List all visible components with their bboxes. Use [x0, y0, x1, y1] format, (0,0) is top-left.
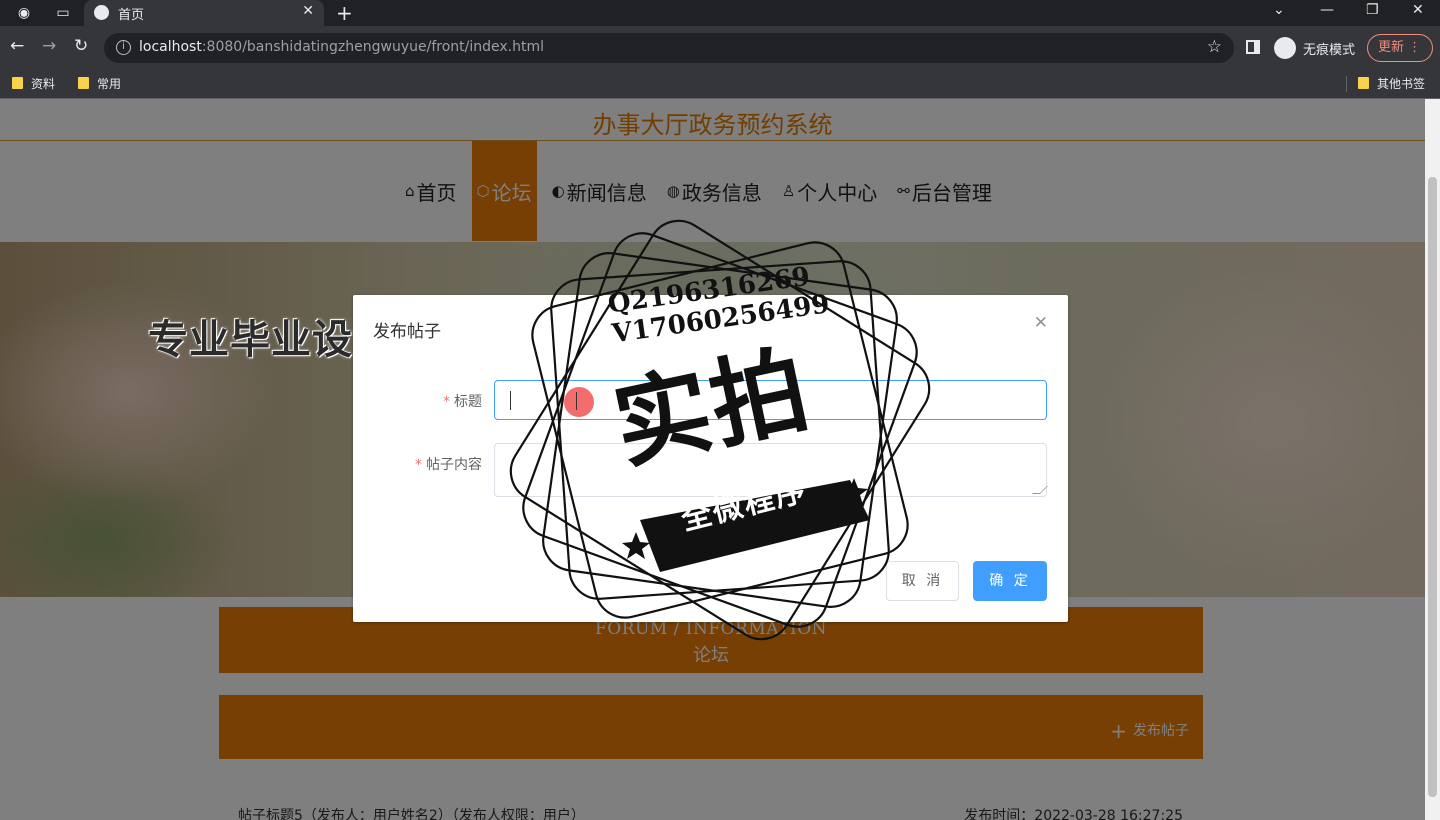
tab-close-icon[interactable]: ✕ — [302, 3, 314, 19]
new-tab-button[interactable]: + — [336, 1, 353, 25]
restore-button[interactable]: ❐ — [1366, 2, 1379, 18]
page-scrollbar[interactable] — [1425, 99, 1440, 820]
folder-icon — [78, 77, 89, 89]
bookmark-folder-changyong[interactable]: 常用 — [78, 75, 121, 92]
text-caret — [510, 391, 511, 410]
side-panel-icon[interactable] — [1246, 40, 1260, 54]
bookmark-separator — [1346, 76, 1347, 92]
scrollbar-thumb[interactable] — [1428, 177, 1437, 797]
page-viewport: 办事大厅政务预约系统 ⌂首页 ⬡论坛 ◐新闻信息 ◍政务信息 ♙个人中心 ⚯后台… — [0, 99, 1425, 820]
dialog-title: 发布帖子 — [373, 322, 441, 342]
bookmark-folder-ziliao[interactable]: 资料 — [12, 75, 55, 92]
title-field-label: * 标题 — [443, 394, 482, 410]
globe-icon — [94, 5, 109, 20]
reload-button[interactable]: ↻ — [74, 36, 88, 56]
tab-title: 首页 — [118, 8, 145, 23]
folder-icon — [1358, 77, 1369, 89]
tab-window-icon[interactable]: ▭ — [54, 4, 72, 22]
other-bookmarks[interactable]: 其他书签 — [1358, 75, 1425, 92]
address-bar[interactable]: i localhost:8080/banshidatingzhengwuyue/… — [104, 33, 1234, 63]
forward-button[interactable]: → — [42, 36, 56, 56]
resize-handle[interactable] — [1032, 486, 1048, 494]
content-field-label: * 帖子内容 — [415, 457, 482, 473]
confirm-button[interactable]: 确 定 — [973, 561, 1047, 601]
back-button[interactable]: ← — [10, 36, 24, 56]
update-button[interactable]: 更新 ⋮ — [1367, 34, 1433, 62]
required-mark: * — [443, 394, 450, 410]
tab-search-icon[interactable]: ◉ — [15, 4, 33, 22]
browser-tab-home[interactable]: 首页 ✕ — [84, 0, 324, 26]
minimize-button[interactable]: — — [1320, 2, 1334, 18]
publish-post-dialog: 发布帖子 ✕ * 标题 * 帖子内容 取 消 确 定 — [353, 295, 1068, 622]
cancel-button[interactable]: 取 消 — [886, 561, 959, 601]
bookmarks-bar: 资料 常用 其他书签 — [0, 70, 1440, 99]
folder-icon — [12, 77, 23, 89]
window-close-button[interactable]: ✕ — [1412, 2, 1424, 18]
content-textarea[interactable] — [494, 443, 1048, 497]
incognito-label: 无痕模式 — [1303, 43, 1356, 58]
site-info-icon[interactable]: i — [116, 40, 131, 55]
incognito-icon[interactable] — [1274, 37, 1296, 59]
url-text[interactable]: localhost:8080/banshidatingzhengwuyue/fr… — [139, 39, 544, 55]
browser-tab-strip: ◉ ▭ 首页 ✕ + ⌄ — ❐ ✕ — [0, 0, 1440, 26]
close-icon[interactable]: ✕ — [1034, 313, 1048, 333]
tab-search-chevron-icon[interactable]: ⌄ — [1273, 2, 1285, 18]
ibeam-cursor-icon — [576, 392, 583, 410]
required-mark: * — [415, 457, 422, 473]
bookmark-star-icon[interactable]: ☆ — [1207, 37, 1222, 57]
browser-toolbar: ← → ↻ i localhost:8080/banshidatingzheng… — [0, 26, 1440, 70]
